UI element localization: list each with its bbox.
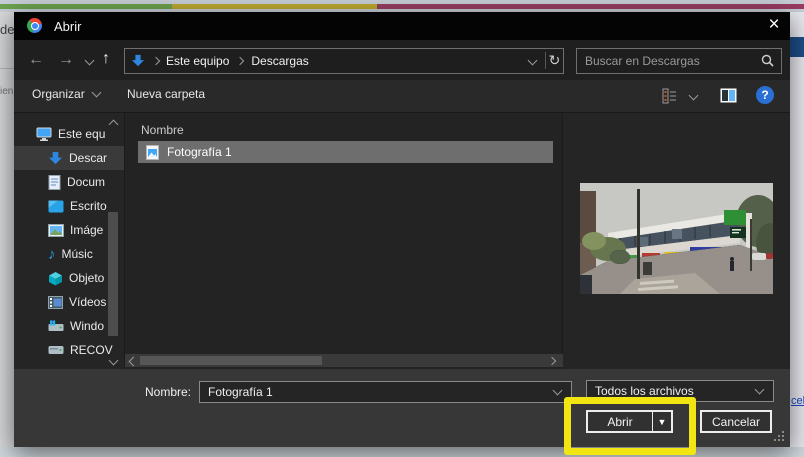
- breadcrumb-separator-icon: [236, 57, 244, 65]
- document-icon: [48, 175, 61, 190]
- open-button-label[interactable]: Abrir: [588, 415, 652, 429]
- filetype-combobox[interactable]: Todos los archivos: [586, 380, 774, 402]
- organize-button[interactable]: Organizar: [32, 87, 100, 101]
- preview-pane-icon[interactable]: [720, 88, 737, 103]
- up-icon[interactable]: ↑: [102, 49, 110, 69]
- dialog-titlebar[interactable]: Abrir ×: [14, 12, 790, 40]
- scroll-up-icon[interactable]: [109, 120, 119, 130]
- breadcrumb-item-este-equipo[interactable]: Este equipo: [166, 54, 229, 68]
- open-dropdown-icon[interactable]: ▼: [653, 417, 671, 427]
- dialog-toolbar: Organizar Nueva carpeta ?: [14, 80, 790, 113]
- background-divider: [0, 68, 14, 69]
- open-button[interactable]: Abrir ▼: [586, 410, 673, 433]
- horizontal-scrollbar-thumb[interactable]: [140, 356, 322, 365]
- filename-dropdown-icon[interactable]: [553, 386, 563, 396]
- downloads-icon: [48, 151, 63, 166]
- filelist-horizontal-scrollbar[interactable]: [125, 354, 563, 367]
- scroll-left-icon[interactable]: [129, 357, 139, 367]
- view-dropdown-icon[interactable]: [689, 91, 699, 101]
- cube-3d-icon: [48, 271, 63, 286]
- sidebar-item-recovery-drive[interactable]: RECOV: [14, 338, 120, 362]
- scroll-right-icon[interactable]: [548, 357, 556, 365]
- windows-drive-icon: [48, 320, 64, 332]
- open-file-dialog: Abrir × ← → ↑ Este equipo Descargas ↻ Bu…: [14, 12, 790, 447]
- organize-label: Organizar: [32, 87, 85, 101]
- drive-icon: [48, 345, 64, 355]
- sidebar-scrollbar[interactable]: [106, 113, 120, 369]
- background-right-sliver: cela: [790, 12, 804, 457]
- dialog-content: Este equ Descar Docum Escrito: [14, 113, 790, 369]
- filename-combobox[interactable]: Fotografía 1: [199, 381, 572, 403]
- file-row-selected[interactable]: Fotografía 1: [138, 141, 553, 163]
- image-file-icon: [146, 145, 159, 160]
- scroll-down-icon[interactable]: [109, 356, 119, 366]
- forward-icon[interactable]: →: [58, 50, 74, 70]
- preview-pane: [564, 113, 790, 369]
- accent-strip-green: [0, 4, 172, 9]
- column-header-divider: [562, 113, 563, 369]
- cancel-button[interactable]: Cancelar: [700, 410, 772, 433]
- search-icon[interactable]: [761, 54, 774, 67]
- desktop-icon: [48, 200, 64, 213]
- background-text-fragment: de: [0, 22, 14, 37]
- search-placeholder: Buscar en Descargas: [585, 54, 700, 68]
- dialog-title: Abrir: [54, 19, 81, 34]
- preview-image: [580, 183, 773, 294]
- breadcrumb-separator-icon: [152, 57, 160, 65]
- filename-value: Fotografía 1: [208, 385, 273, 399]
- background-link-fragment[interactable]: cela: [791, 395, 804, 407]
- organize-dropdown-icon: [91, 88, 101, 98]
- music-icon: ♪: [48, 247, 56, 262]
- new-folder-button[interactable]: Nueva carpeta: [127, 87, 205, 101]
- pictures-icon: [48, 224, 64, 237]
- help-icon[interactable]: ?: [756, 86, 774, 104]
- accent-strip-magenta: [377, 4, 804, 9]
- videos-icon: [48, 296, 63, 309]
- recent-locations-icon[interactable]: [85, 56, 95, 66]
- address-dropdown-icon[interactable]: [528, 56, 538, 66]
- computer-icon: [36, 127, 52, 141]
- file-list: Nombre Fotografía 1: [125, 113, 563, 369]
- search-box[interactable]: Buscar en Descargas: [576, 48, 782, 74]
- close-icon[interactable]: ×: [762, 13, 786, 37]
- refresh-icon[interactable]: ↻: [545, 52, 563, 69]
- background-top-strip: [0, 0, 804, 12]
- resize-grip-icon[interactable]: [774, 431, 785, 442]
- sidebar-item-windows-drive[interactable]: Windo: [14, 314, 120, 338]
- sidebar-item-partial[interactable]: [14, 362, 120, 369]
- chrome-icon: [27, 18, 42, 33]
- sidebar-item-imagenes[interactable]: Imáge: [14, 218, 120, 242]
- background-bottom-strip: [0, 447, 804, 457]
- sidebar-item-objetos-3d[interactable]: Objeto: [14, 266, 120, 290]
- background-left-sliver: de ien: [0, 12, 14, 457]
- sidebar-scrollbar-thumb[interactable]: [108, 212, 118, 336]
- sidebar-item-musica[interactable]: ♪ Músic: [14, 242, 120, 266]
- background-text-fragment: ien: [0, 86, 13, 97]
- filename-label: Nombre:: [145, 385, 191, 399]
- details-view-icon[interactable]: [662, 88, 678, 104]
- dialog-footer: Nombre: Fotografía 1 Todos los archivos …: [14, 369, 790, 447]
- filetype-value: Todos los archivos: [595, 384, 694, 398]
- sidebar-item-videos[interactable]: Vídeos: [14, 290, 120, 314]
- background-blue-band: [790, 37, 804, 57]
- filetype-dropdown-icon[interactable]: [755, 385, 765, 395]
- sidebar-item-documentos[interactable]: Docum: [14, 170, 120, 194]
- column-header-nombre[interactable]: Nombre: [141, 123, 184, 137]
- breadcrumb-item-descargas[interactable]: Descargas: [251, 54, 308, 68]
- back-icon[interactable]: ←: [28, 50, 44, 70]
- downloads-icon: [131, 54, 145, 68]
- dialog-navbar: ← → ↑ Este equipo Descargas ↻ Buscar en …: [14, 40, 790, 80]
- sidebar-item-escritorio[interactable]: Escrito: [14, 194, 120, 218]
- accent-strip-yellow: [172, 4, 377, 9]
- sidebar-item-este-equipo[interactable]: Este equ: [14, 122, 120, 146]
- address-bar[interactable]: Este equipo Descargas ↻: [124, 48, 564, 74]
- file-name: Fotografía 1: [167, 145, 232, 159]
